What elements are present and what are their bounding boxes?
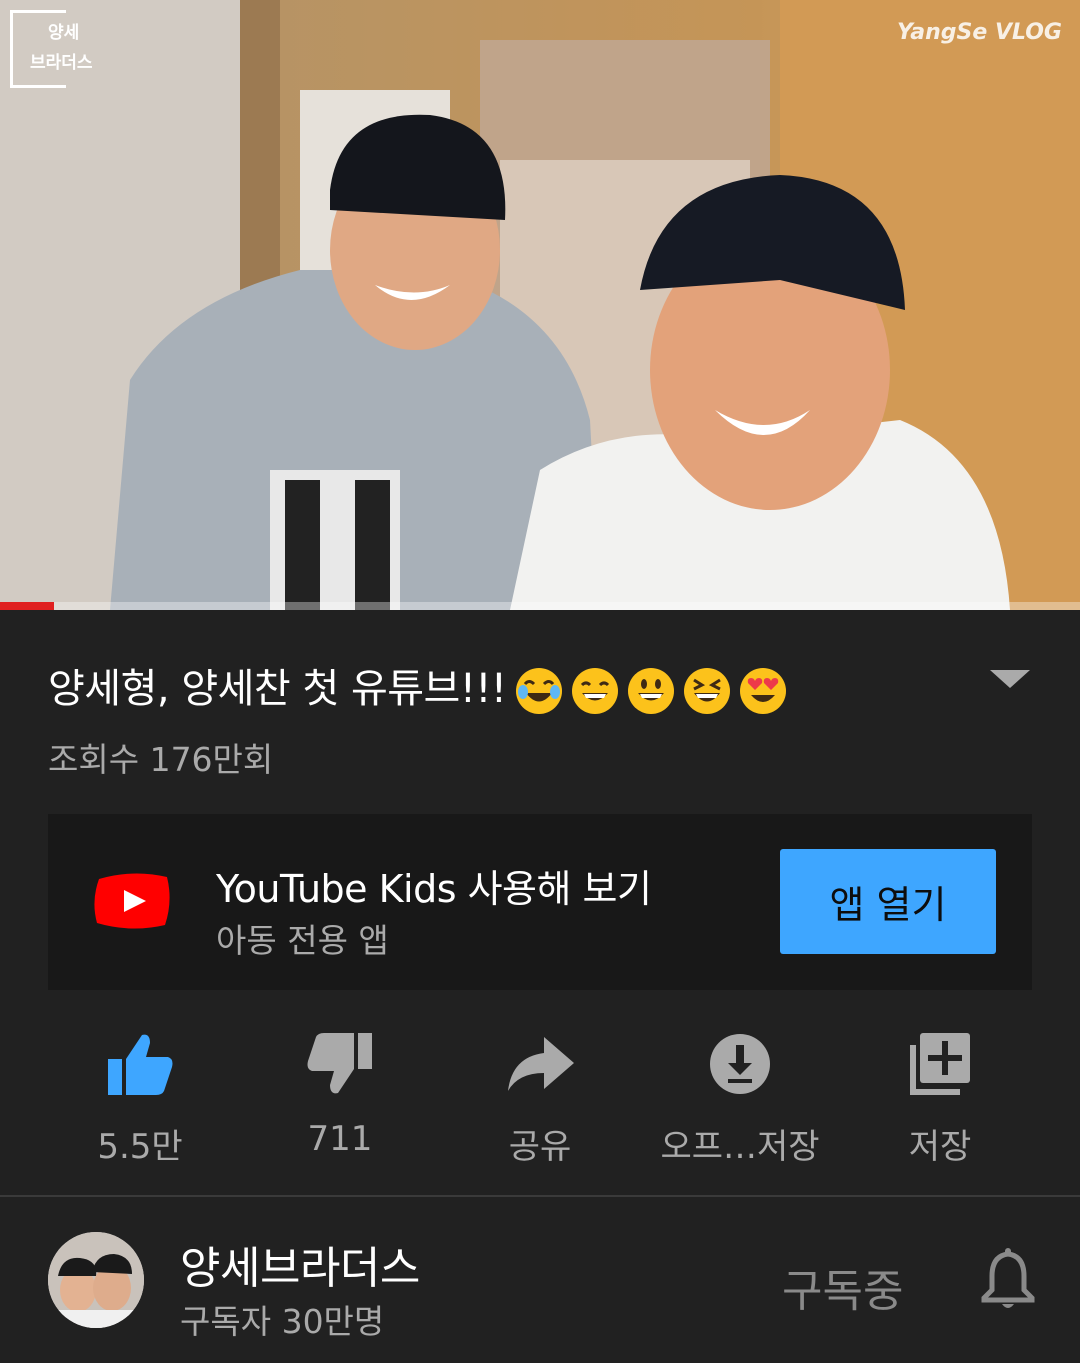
- video-progress-fill: [0, 602, 54, 610]
- add-to-playlist-icon: [910, 1033, 970, 1095]
- video-title: 양세형, 양세찬 첫 유튜브!!!: [48, 656, 788, 716]
- like-button[interactable]: 5.5만: [40, 1025, 240, 1175]
- channel-watermark-logo: 양세 브라더스: [10, 10, 102, 88]
- vlog-watermark: YangSe VLOG: [896, 20, 1062, 45]
- heart-eyes-emoji-icon: [740, 668, 787, 714]
- thumbs-down-icon: [307, 1033, 372, 1094]
- subscriber-count: 구독자 30만명: [180, 1302, 385, 1341]
- laughing-emoji-icon: [684, 668, 731, 714]
- video-frame: [0, 0, 1080, 610]
- expand-description-chevron-down-icon[interactable]: [990, 670, 1030, 688]
- channel-avatar[interactable]: [48, 1232, 144, 1328]
- watermark-logo-line1: 양세: [48, 23, 80, 43]
- video-title-text: 양세형, 양세찬 첫 유튜브!!!: [48, 666, 507, 712]
- kids-promo-subtitle: 아동 전용 앱: [216, 921, 389, 960]
- youtube-kids-promo-card[interactable]: YouTube Kids 사용해 보기 아동 전용 앱 앱 열기: [48, 814, 1032, 990]
- download-icon: [710, 1034, 770, 1094]
- notification-bell-icon[interactable]: [980, 1248, 1036, 1312]
- download-offline-label: 오프…저장: [660, 1127, 820, 1167]
- video-progress-bar[interactable]: [0, 602, 1080, 610]
- video-title-row[interactable]: 양세형, 양세찬 첫 유튜브!!!: [48, 650, 1048, 720]
- share-label: 공유: [508, 1127, 572, 1167]
- save-to-playlist-button[interactable]: 저장: [840, 1025, 1040, 1175]
- thumbs-up-icon: [108, 1034, 173, 1095]
- dislike-count: 711: [307, 1119, 373, 1159]
- youtube-kids-logo-icon: [94, 873, 170, 929]
- video-player[interactable]: 양세 브라더스 YangSe VLOG: [0, 0, 1080, 610]
- grin-emoji-icon: [572, 668, 619, 714]
- avatar-image: [48, 1232, 144, 1328]
- share-icon: [508, 1037, 574, 1091]
- share-button[interactable]: 공유: [440, 1025, 640, 1175]
- section-divider: [0, 1195, 1080, 1197]
- view-count: 조회수 176만회: [48, 740, 274, 779]
- like-count: 5.5만: [97, 1127, 183, 1167]
- watermark-logo-line2: 브라더스: [30, 53, 93, 73]
- download-offline-button[interactable]: 오프…저장: [640, 1025, 840, 1175]
- video-action-bar: 5.5만 711 공유 오프…저장 저장: [40, 1025, 1040, 1175]
- dislike-button[interactable]: 711: [240, 1025, 440, 1175]
- save-label: 저장: [908, 1127, 972, 1167]
- title-emojis: [514, 666, 788, 716]
- channel-name[interactable]: 양세브라더스: [180, 1232, 420, 1296]
- subscribed-button[interactable]: 구독중: [782, 1255, 903, 1319]
- kids-promo-title: YouTube Kids 사용해 보기: [216, 867, 652, 911]
- smiley-emoji-icon: [628, 668, 675, 714]
- open-app-button[interactable]: 앱 열기: [780, 849, 996, 954]
- joy-emoji-icon: [516, 668, 563, 714]
